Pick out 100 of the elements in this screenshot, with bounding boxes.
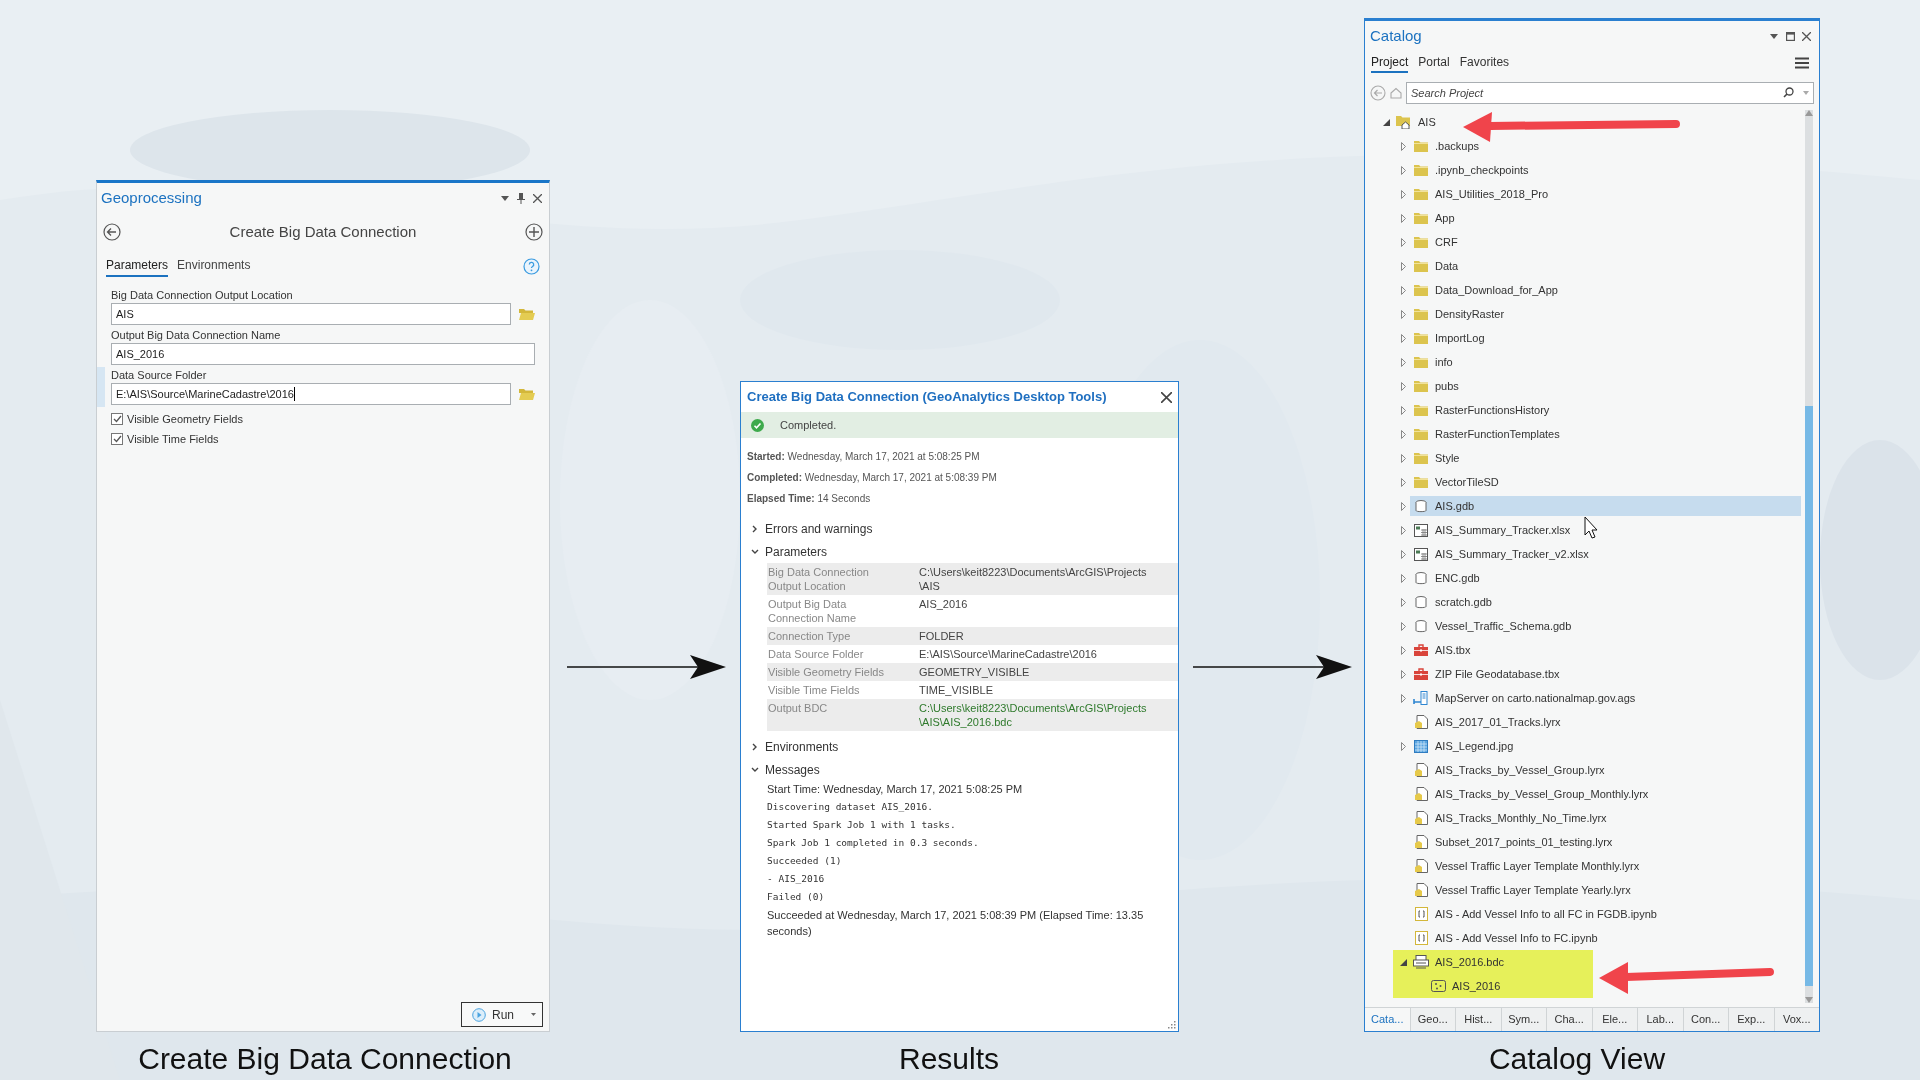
home-icon[interactable]: [1389, 86, 1403, 100]
tree-item[interactable]: AIS_2016.bdc: [1410, 952, 1801, 972]
tree-item[interactable]: AIS_2017_01_Tracks.lyrx: [1410, 712, 1801, 732]
tab[interactable]: Lab...: [1637, 1008, 1683, 1031]
run-button[interactable]: Run: [461, 1002, 543, 1027]
search-field[interactable]: Search Project: [1406, 82, 1814, 104]
scroll-up-icon[interactable]: [1805, 110, 1813, 116]
checkbox[interactable]: [111, 432, 123, 445]
add-icon[interactable]: [525, 223, 543, 241]
caret-right-icon[interactable]: [1400, 525, 1406, 535]
tree-item[interactable]: Data: [1410, 256, 1801, 276]
tab[interactable]: Con...: [1682, 1008, 1728, 1031]
back-icon[interactable]: [103, 223, 121, 241]
tab[interactable]: Sym...: [1500, 1008, 1546, 1031]
caret-right-icon[interactable]: [1400, 357, 1406, 367]
search-icon[interactable]: [1783, 87, 1794, 98]
caret-right-icon[interactable]: [1400, 189, 1406, 199]
pin-icon[interactable]: [517, 192, 525, 204]
chevron-right-icon[interactable]: [751, 742, 759, 751]
tab[interactable]: Vox...: [1773, 1008, 1819, 1031]
tree-item[interactable]: AIS - Add Vessel Info to all FC in FGDB.ipynb: [1410, 904, 1801, 924]
tab[interactable]: Ele...: [1591, 1008, 1637, 1031]
tree-item[interactable]: RasterFunctionsHistory: [1410, 400, 1801, 420]
tree-item[interactable]: Style: [1410, 448, 1801, 468]
close-icon[interactable]: [533, 193, 542, 203]
caret-icon[interactable]: [1803, 91, 1809, 95]
checkbox[interactable]: [111, 413, 123, 426]
tab[interactable]: Exp...: [1728, 1008, 1774, 1031]
tab[interactable]: Favorites: [1459, 53, 1510, 73]
caret-right-icon[interactable]: [1400, 501, 1406, 511]
caret-right-icon[interactable]: [1400, 573, 1406, 583]
folder-icon[interactable]: [519, 388, 535, 400]
section-header[interactable]: Errors and warnings: [741, 517, 1178, 540]
tree-item[interactable]: ZIP File Geodatabase.tbx: [1410, 664, 1801, 684]
tree-item[interactable]: AIS_Tracks_by_Vessel_Group.lyrx: [1410, 760, 1801, 780]
dropdown-icon[interactable]: [1770, 33, 1778, 39]
dropdown-icon[interactable]: [501, 195, 509, 201]
tree-item[interactable]: DensityRaster: [1410, 304, 1801, 324]
tab[interactable]: Parameters: [106, 255, 169, 277]
resize-grip-icon[interactable]: [1167, 1020, 1176, 1029]
tree-item[interactable]: CRF: [1410, 232, 1801, 252]
tree-item[interactable]: AIS_Tracks_Monthly_No_Time.lyrx: [1410, 808, 1801, 828]
caret-right-icon[interactable]: [1400, 693, 1406, 703]
tab[interactable]: Hist...: [1455, 1008, 1501, 1031]
chevron-right-icon[interactable]: [751, 524, 759, 533]
tree-item[interactable]: ImportLog: [1410, 328, 1801, 348]
section-header[interactable]: Environments: [741, 735, 1178, 758]
caret-right-icon[interactable]: [1400, 669, 1406, 679]
caret-right-icon[interactable]: [1400, 333, 1406, 343]
tree-item[interactable]: MapServer on carto.nationalmap.gov.ags: [1410, 688, 1801, 708]
tree-item[interactable]: VectorTileSD: [1410, 472, 1801, 492]
section-header[interactable]: Messages: [741, 758, 1178, 781]
caret-down-icon[interactable]: [1399, 958, 1407, 966]
tree-item[interactable]: AIS - Add Vessel Info to FC.ipynb: [1410, 928, 1801, 948]
input-field[interactable]: AIS_2016: [111, 343, 535, 365]
caret-down-icon[interactable]: [1382, 118, 1390, 126]
section-header[interactable]: Parameters: [741, 540, 1178, 563]
caret-right-icon[interactable]: [1400, 549, 1406, 559]
menu-icon[interactable]: [1795, 57, 1809, 69]
input-field[interactable]: AIS: [111, 303, 511, 325]
chevron-down-icon[interactable]: [751, 766, 759, 773]
tree-item[interactable]: Vessel_Traffic_Schema.gdb: [1410, 616, 1801, 636]
caret-right-icon[interactable]: [1400, 645, 1406, 655]
caret-right-icon[interactable]: [1400, 477, 1406, 487]
caret-right-icon[interactable]: [1400, 309, 1406, 319]
tab[interactable]: Cha...: [1546, 1008, 1592, 1031]
tree-item[interactable]: scratch.gdb: [1410, 592, 1801, 612]
scrollbar[interactable]: [1805, 110, 1813, 1003]
tree-item[interactable]: pubs: [1410, 376, 1801, 396]
close-icon[interactable]: [1161, 391, 1172, 403]
caret-right-icon[interactable]: [1400, 405, 1406, 415]
caret-right-icon[interactable]: [1400, 213, 1406, 223]
input-field[interactable]: E:\AIS\Source\MarineCadastre\2016: [111, 383, 511, 405]
tree-item[interactable]: App: [1410, 208, 1801, 228]
tree-item[interactable]: Vessel Traffic Layer Template Monthly.lyrx: [1410, 856, 1801, 876]
scroll-thumb[interactable]: [1805, 406, 1813, 986]
caret-right-icon[interactable]: [1400, 237, 1406, 247]
scroll-down-icon[interactable]: [1805, 997, 1813, 1003]
caret-right-icon[interactable]: [1400, 429, 1406, 439]
caret-right-icon[interactable]: [1400, 597, 1406, 607]
tab[interactable]: Environments: [177, 255, 251, 277]
tree-item[interactable]: .ipynb_checkpoints: [1410, 160, 1801, 180]
tree-item[interactable]: AIS_Utilities_2018_Pro: [1410, 184, 1801, 204]
caret-right-icon[interactable]: [1400, 165, 1406, 175]
caret-right-icon[interactable]: [1400, 285, 1406, 295]
tree-item[interactable]: RasterFunctionTemplates: [1410, 424, 1801, 444]
tab[interactable]: Geo...: [1409, 1008, 1455, 1031]
tab[interactable]: Project: [1371, 53, 1409, 73]
tab[interactable]: Portal: [1418, 53, 1450, 73]
tree-item[interactable]: AIS_Legend.jpg: [1410, 736, 1801, 756]
tree-item[interactable]: AIS_2016: [1427, 976, 1801, 996]
tree-item[interactable]: AIS_Tracks_by_Vessel_Group_Monthly.lyrx: [1410, 784, 1801, 804]
caret-right-icon[interactable]: [1400, 141, 1406, 151]
tree-item[interactable]: Data_Download_for_App: [1410, 280, 1801, 300]
tree-item[interactable]: .backups: [1410, 136, 1801, 156]
caret-right-icon[interactable]: [1400, 381, 1406, 391]
tree-item[interactable]: AIS_Summary_Tracker.xlsx: [1410, 520, 1801, 540]
tree-item[interactable]: AIS.gdb: [1410, 496, 1801, 516]
tree-item[interactable]: AIS: [1393, 112, 1801, 132]
caret-right-icon[interactable]: [1400, 621, 1406, 631]
